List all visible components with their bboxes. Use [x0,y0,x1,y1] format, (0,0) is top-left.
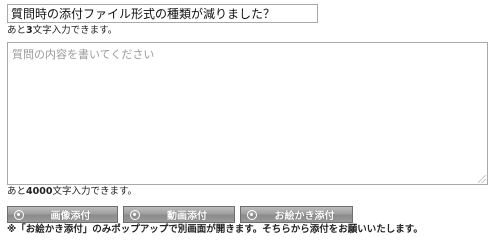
image-attach-label: 画像添付 [50,211,91,222]
drawing-attach-icon [247,209,257,220]
question-title-input[interactable] [7,4,318,23]
title-counter-count: 3 [26,25,33,36]
title-counter-prefix: あと [7,25,27,36]
textarea-resize-handle[interactable] [478,175,486,183]
title-char-counter: あと3文字入力できます。 [7,25,117,37]
drawing-attach-button[interactable]: お絵かき添付 [240,206,353,223]
video-attach-icon [130,209,140,220]
title-counter-suffix: 文字入力できます。 [32,25,118,36]
image-attach-icon [14,209,24,220]
body-counter-prefix: あと [7,186,27,197]
drawing-attach-label: お絵かき添付 [274,211,335,222]
body-char-counter: あと4000文字入力できます。 [7,186,137,198]
body-counter-suffix: 文字入力できます。 [52,186,138,197]
question-body-textarea[interactable] [7,42,488,185]
video-attach-label: 動画添付 [167,211,207,222]
body-counter-count: 4000 [26,186,53,197]
attach-note-text: ※「お絵かき添付」のみポップアップで別画面が開きます。そちらから添付をお願いいた… [7,224,423,235]
image-attach-button[interactable]: 画像添付 [7,206,118,223]
video-attach-button[interactable]: 動画添付 [123,206,235,223]
